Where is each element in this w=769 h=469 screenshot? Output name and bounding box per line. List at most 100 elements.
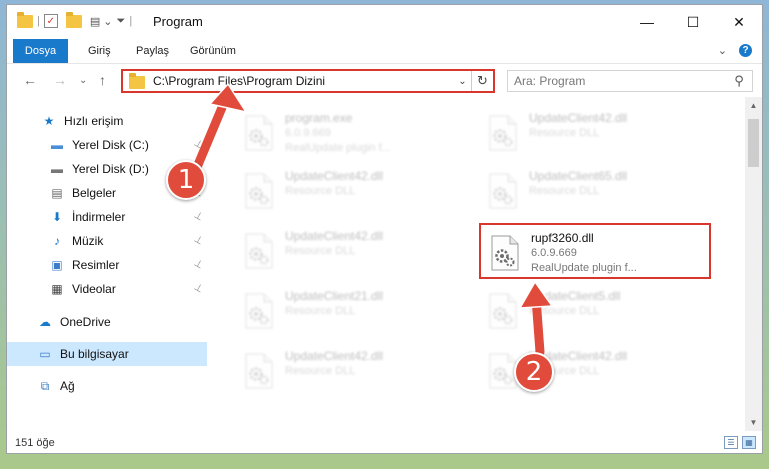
quick-access-toolbar: | ✓ ▤ ⌄ ⏷ | [17, 11, 132, 28]
file-list: program.exe 6.0.9.669 RealUpdate plugin f.… [215, 97, 745, 431]
sidebar-item-0[interactable]: ★ Hızlı erişim [7, 109, 207, 133]
file-item[interactable]: UpdateClient5.dll Resource DLL [479, 283, 711, 339]
drive-icon: ▬ [51, 138, 63, 152]
forward-button[interactable]: → [53, 72, 67, 88]
refresh-button[interactable]: ↻ [471, 71, 493, 91]
scroll-down-icon[interactable]: ▼ [745, 414, 762, 431]
details-view-icon[interactable]: ☰ [724, 436, 738, 449]
sidebar-item-10[interactable]: ⧉ Ağ [7, 374, 207, 398]
file-meta: Resource DLL [529, 305, 600, 317]
file-meta: 6.0.9.669 [531, 247, 577, 259]
file-item[interactable]: UpdateClient65.dll Resource DLL [479, 163, 711, 219]
item-count: 151 öğe [15, 437, 55, 449]
exe-file-icon [243, 115, 275, 151]
scroll-thumb[interactable] [748, 119, 759, 167]
file-item[interactable]: UpdateClient42.dll Resource DLL [479, 105, 711, 161]
sidebar-item-5[interactable]: ♪ Müzik ⊥ [7, 229, 207, 253]
dll-file-icon [243, 293, 275, 329]
file-name: UpdateClient21.dll [285, 289, 384, 303]
pin-icon[interactable]: ⊥ [192, 282, 205, 296]
maximize-button[interactable]: ☐ [670, 5, 716, 39]
network-icon: ⧉ [40, 378, 50, 393]
address-path[interactable]: C:\Program Files\Program Dizini [153, 74, 453, 88]
download-icon: ⬇ [51, 210, 63, 224]
vertical-scrollbar[interactable]: ▲ ▼ [745, 97, 762, 431]
toolbar-dropdown-icon[interactable]: ⏷ [117, 15, 126, 28]
file-name: rupf3260.dll [531, 231, 594, 245]
file-item[interactable]: UpdateClient42.dll Resource DLL [235, 163, 467, 219]
file-item[interactable]: rupf3260.dll 6.0.9.669 RealUpdate plugin f… [479, 223, 711, 279]
sidebar-item-7[interactable]: ▦ Videolar ⊥ [7, 277, 207, 301]
sidebar-item-9[interactable]: ▭ Bu bilgisayar [7, 342, 207, 366]
pin-icon[interactable]: ⊥ [192, 138, 205, 152]
properties-icon[interactable]: ✓ [43, 14, 58, 28]
tiles-view-icon[interactable]: ▦ [742, 436, 756, 449]
picture-icon: ▣ [51, 258, 63, 272]
back-button[interactable]: ← [23, 72, 37, 88]
address-dropdown-icon[interactable]: ⌄ [453, 76, 471, 87]
sidebar-item-label: Bu bilgisayar [60, 347, 129, 361]
dll-file-icon [487, 115, 519, 151]
tab-home[interactable]: Giriş [77, 39, 122, 63]
sidebar-item-4[interactable]: ⬇ İndirmeler ⊥ [7, 205, 207, 229]
file-name: UpdateClient65.dll [529, 169, 628, 183]
help-icon[interactable]: ? [739, 44, 752, 57]
computer-icon: ▭ [39, 347, 51, 361]
scroll-up-icon[interactable]: ▲ [745, 97, 762, 114]
sidebar-item-label: Hızlı erişim [64, 114, 124, 128]
up-button[interactable]: ↑ [99, 72, 106, 88]
sidebar-item-label: Ağ [60, 379, 75, 393]
file-name: UpdateClient42.dll [285, 229, 384, 243]
file-meta: Resource DLL [285, 245, 356, 257]
star-icon: ★ [43, 114, 55, 128]
title-bar: | ✓ ▤ ⌄ ⏷ | Program — ☐ ✕ [7, 5, 762, 39]
file-item[interactable]: UpdateClient21.dll Resource DLL [235, 283, 467, 339]
file-meta: Resource DLL [529, 127, 600, 139]
navigation-pane: ★ Hızlı erişim ▬ Yerel Disk (C:) ⊥ ▬ Yerel Dis… [7, 97, 211, 431]
recent-locations-button[interactable]: ⌄ [79, 75, 87, 86]
file-meta: Resource DLL [285, 305, 356, 317]
minimize-button[interactable]: — [624, 5, 670, 39]
dll-file-icon [489, 235, 521, 271]
view-buttons: ☰ ▦ [724, 436, 756, 449]
drive-icon: ▬ [51, 162, 63, 176]
file-name: UpdateClient5.dll [529, 289, 621, 303]
search-box[interactable]: Ara: Program ⚲ [507, 70, 753, 92]
search-input[interactable]: Ara: Program [514, 74, 726, 88]
sidebar-item-label: İndirmeler [72, 210, 126, 224]
separator: | [37, 15, 40, 27]
pin-icon[interactable]: ⊥ [192, 234, 205, 248]
ribbon-tabs: Dosya Giriş Paylaş Görünüm ⌄ ? [7, 39, 762, 63]
search-icon[interactable]: ⚲ [726, 73, 752, 89]
dll-file-icon [487, 293, 519, 329]
sidebar-item-label: Yerel Disk (D:) [72, 162, 149, 176]
sidebar-item-8[interactable]: ☁ OneDrive [7, 310, 207, 334]
pin-icon[interactable]: ⊥ [192, 258, 205, 272]
tab-file[interactable]: Dosya [13, 39, 68, 63]
file-item[interactable]: program.exe 6.0.9.669 RealUpdate plugin f.… [235, 105, 467, 161]
address-bar[interactable]: C:\Program Files\Program Dizini ⌄ ↻ [121, 69, 495, 93]
sidebar-item-label: Videolar [72, 282, 116, 296]
tab-share[interactable]: Paylaş [125, 39, 180, 63]
ribbon-right: ⌄ ? [718, 44, 752, 57]
expand-ribbon-icon[interactable]: ⌄ [718, 44, 727, 57]
file-meta: Resource DLL [529, 185, 600, 197]
sidebar-item-label: Yerel Disk (C:) [72, 138, 149, 152]
annotation-badge-2: 2 [514, 352, 554, 392]
close-button[interactable]: ✕ [716, 5, 762, 39]
customize-toolbar-icon[interactable]: ▤ ⌄ [90, 15, 113, 28]
music-icon: ♪ [54, 234, 60, 248]
tab-view[interactable]: Görünüm [179, 39, 247, 63]
sidebar-item-6[interactable]: ▣ Resimler ⊥ [7, 253, 207, 277]
dll-file-icon [243, 173, 275, 209]
file-name: UpdateClient42.dll [285, 349, 384, 363]
file-meta: Resource DLL [285, 365, 356, 377]
file-item[interactable]: UpdateClient42.dll Resource DLL [235, 343, 467, 399]
file-name: UpdateClient42.dll [285, 169, 384, 183]
new-folder-icon[interactable] [65, 11, 82, 28]
file-item[interactable]: UpdateClient42.dll Resource DLL [235, 223, 467, 279]
sidebar-item-1[interactable]: ▬ Yerel Disk (C:) ⊥ [7, 133, 207, 157]
pin-icon[interactable]: ⊥ [192, 210, 205, 224]
cloud-icon: ☁ [39, 315, 51, 329]
dll-file-icon [487, 173, 519, 209]
